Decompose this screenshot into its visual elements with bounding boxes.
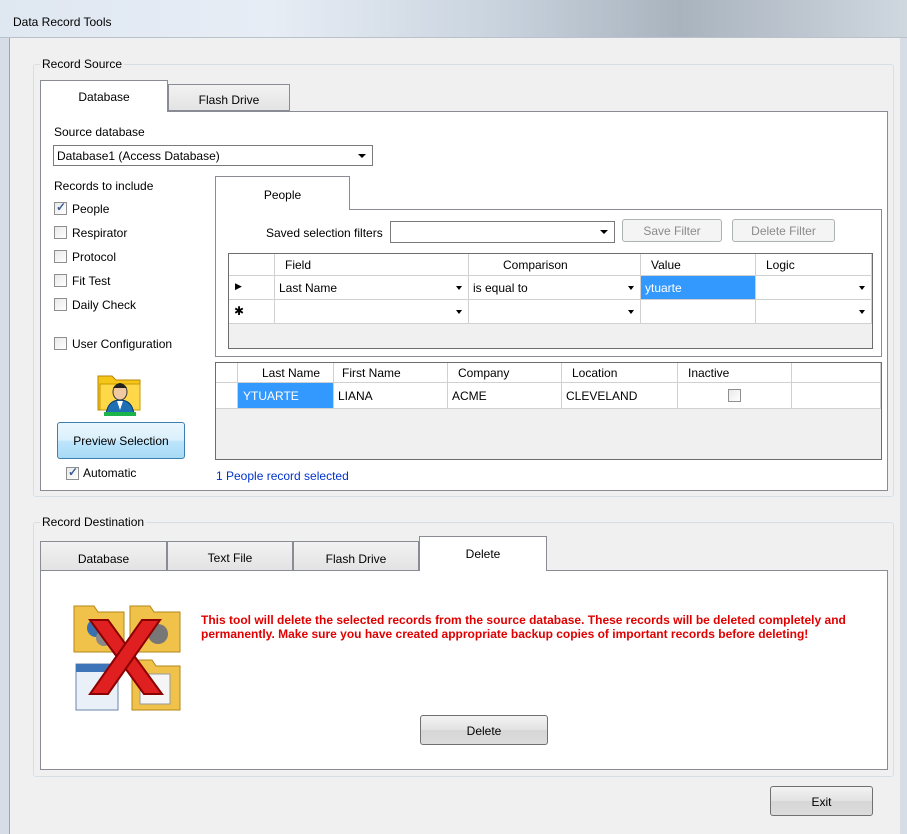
checkbox-automatic[interactable]: ✓ bbox=[66, 465, 79, 480]
checkbox-label: Protocol bbox=[72, 250, 117, 264]
saved-filters-select[interactable] bbox=[390, 221, 615, 243]
result-cell-inactive bbox=[678, 383, 792, 409]
filter-cell-logic[interactable] bbox=[756, 276, 872, 300]
filter-cell-comparison[interactable]: is equal to bbox=[469, 276, 641, 300]
filter-cell-field[interactable]: Last Name bbox=[275, 276, 469, 300]
checkbox-label: Fit Test bbox=[72, 274, 111, 288]
check-icon: ✓ bbox=[68, 465, 79, 479]
checkbox-label: Daily Check bbox=[72, 298, 137, 312]
result-cell-filler bbox=[792, 383, 881, 409]
people-icon bbox=[97, 375, 141, 416]
delete-records-icon bbox=[73, 605, 181, 711]
grid-corner bbox=[229, 254, 275, 276]
result-cell-last-name[interactable]: YTUARTE bbox=[238, 383, 334, 409]
checkbox-label: People bbox=[72, 202, 110, 216]
tab-label: Text File bbox=[207, 551, 253, 565]
checkbox-daily-check[interactable] bbox=[54, 298, 67, 311]
inactive-checkbox[interactable] bbox=[728, 389, 741, 402]
records-to-include-label: Records to include bbox=[54, 179, 154, 193]
tab-people[interactable]: People bbox=[215, 176, 350, 210]
chevron-down-icon bbox=[628, 286, 634, 290]
selection-status: 1 People record selected bbox=[216, 469, 349, 483]
tab-label: Flash Drive bbox=[198, 93, 260, 107]
preview-selection-button[interactable]: Preview Selection bbox=[57, 422, 185, 459]
checkbox-user-configuration[interactable] bbox=[54, 337, 67, 350]
grid-corner bbox=[216, 363, 238, 383]
chevron-down-icon bbox=[358, 153, 366, 158]
chevron-down-icon bbox=[628, 310, 634, 314]
window-title: Data Record Tools bbox=[13, 15, 112, 29]
tab-destination-text-file[interactable]: Text File bbox=[167, 541, 293, 571]
record-destination-label: Record Destination bbox=[40, 515, 147, 529]
column-header-logic[interactable]: Logic bbox=[756, 254, 872, 276]
source-database-value: Database1 (Access Database) bbox=[57, 149, 220, 163]
column-header-field[interactable]: Field bbox=[275, 254, 469, 276]
check-icon: ✓ bbox=[56, 200, 67, 214]
checkbox-label: Respirator bbox=[72, 226, 128, 240]
window-frame-left bbox=[0, 38, 10, 834]
tab-label: Database bbox=[77, 552, 130, 566]
result-cell-first-name[interactable]: LIANA bbox=[334, 383, 448, 409]
filter-cell-value[interactable]: ytuarte bbox=[641, 276, 756, 300]
filter-cell-logic[interactable] bbox=[756, 300, 872, 324]
checkbox-label: Automatic bbox=[83, 466, 137, 480]
checkbox-protocol[interactable] bbox=[54, 250, 67, 263]
filter-grid: Field Comparison Value Logic ▶ Last Name… bbox=[228, 253, 873, 349]
tab-label: Delete bbox=[465, 547, 501, 561]
column-header-last-name[interactable]: Last Name bbox=[238, 363, 334, 383]
save-filter-label: Save Filter bbox=[643, 224, 701, 238]
save-filter-button[interactable]: Save Filter bbox=[622, 219, 722, 242]
cell-text: Last Name bbox=[279, 281, 338, 295]
column-header-filler bbox=[792, 363, 881, 383]
saved-selection-filters-label: Saved selection filters bbox=[266, 226, 383, 240]
column-header-company[interactable]: Company bbox=[448, 363, 562, 383]
filter-cell-field[interactable] bbox=[275, 300, 469, 324]
checkbox-label: User Configuration bbox=[72, 337, 173, 351]
record-source-label: Record Source bbox=[40, 57, 125, 71]
preview-selection-label: Preview Selection bbox=[73, 434, 169, 448]
results-grid: Last Name First Name Company Location In… bbox=[215, 362, 882, 460]
exit-button-label: Exit bbox=[811, 795, 832, 809]
column-header-location[interactable]: Location bbox=[562, 363, 678, 383]
delete-button-label: Delete bbox=[466, 724, 502, 738]
checkbox-respirator[interactable] bbox=[54, 226, 67, 239]
tab-destination-flash-drive[interactable]: Flash Drive bbox=[293, 541, 419, 571]
cell-text: is equal to bbox=[473, 281, 528, 295]
tab-label: People bbox=[263, 188, 302, 202]
window-frame-right bbox=[900, 38, 907, 834]
tab-label: Database bbox=[78, 90, 130, 104]
tab-destination-delete[interactable]: Delete bbox=[419, 536, 547, 571]
result-cell-location[interactable]: CLEVELAND bbox=[562, 383, 678, 409]
tab-label: Flash Drive bbox=[325, 552, 387, 566]
chevron-down-icon bbox=[600, 230, 608, 234]
chevron-down-icon bbox=[456, 310, 462, 314]
row-indicator: ▶ bbox=[229, 276, 275, 300]
source-database-label: Source database bbox=[54, 125, 145, 139]
delete-warning-text: This tool will delete the selected recor… bbox=[201, 613, 846, 641]
chevron-down-icon bbox=[859, 286, 865, 290]
filter-cell-comparison[interactable] bbox=[469, 300, 641, 324]
delete-filter-button[interactable]: Delete Filter bbox=[732, 219, 835, 242]
tab-source-database[interactable]: Database bbox=[40, 80, 168, 112]
tab-destination-database[interactable]: Database bbox=[40, 541, 167, 571]
checkbox-people[interactable]: ✓ bbox=[54, 200, 67, 215]
column-header-comparison[interactable]: Comparison bbox=[469, 254, 641, 276]
chevron-down-icon bbox=[859, 310, 865, 314]
cell-text: ytuarte bbox=[645, 281, 682, 295]
column-header-value[interactable]: Value bbox=[641, 254, 756, 276]
checkbox-fit-test[interactable] bbox=[54, 274, 67, 287]
delete-filter-label: Delete Filter bbox=[751, 224, 816, 238]
tab-source-flash-drive[interactable]: Flash Drive bbox=[168, 84, 290, 111]
chevron-down-icon bbox=[456, 286, 462, 290]
title-bar bbox=[0, 0, 907, 38]
filter-cell-value[interactable] bbox=[641, 300, 756, 324]
row-header[interactable] bbox=[216, 383, 238, 409]
new-row-indicator: ✱ bbox=[229, 300, 275, 324]
source-database-select[interactable]: Database1 (Access Database) bbox=[53, 145, 373, 166]
result-cell-company[interactable]: ACME bbox=[448, 383, 562, 409]
column-header-inactive[interactable]: Inactive bbox=[678, 363, 792, 383]
exit-button[interactable]: Exit bbox=[770, 786, 873, 816]
column-header-first-name[interactable]: First Name bbox=[334, 363, 448, 383]
delete-button[interactable]: Delete bbox=[420, 715, 548, 745]
